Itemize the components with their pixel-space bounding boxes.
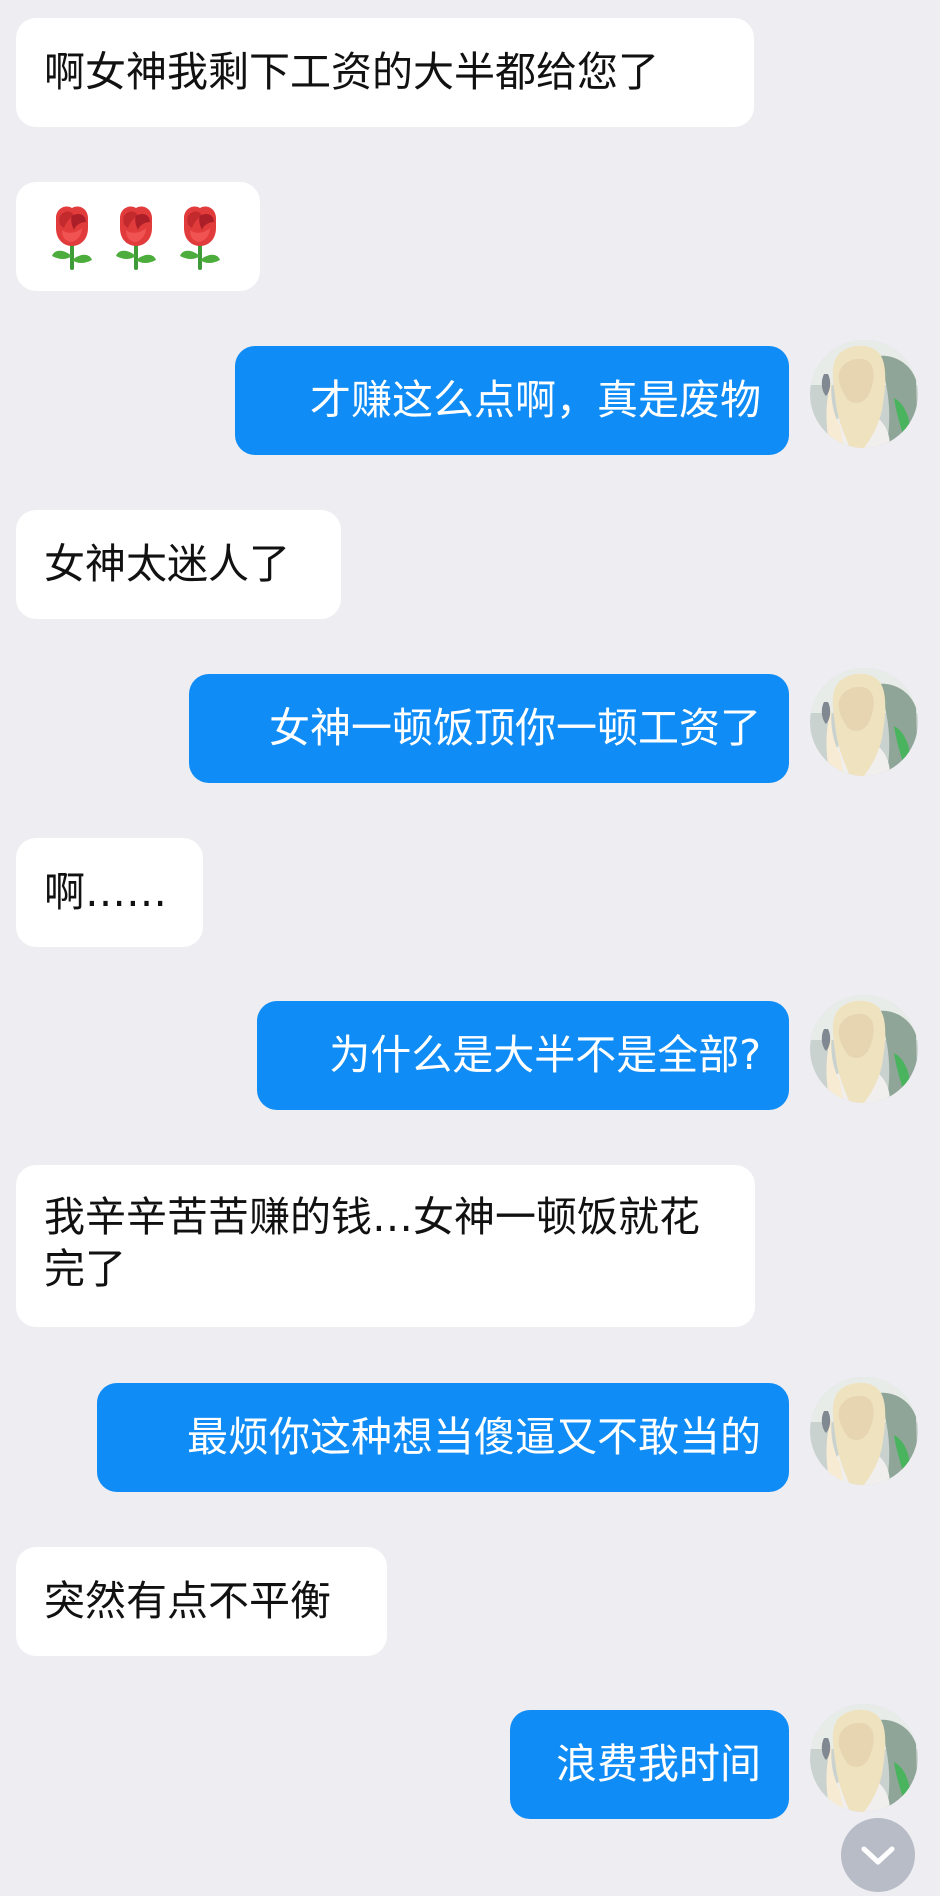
- avatar[interactable]: [810, 668, 918, 776]
- rose-icon: [116, 205, 156, 270]
- outgoing-message: 为什么是大半不是全部?: [257, 1001, 789, 1110]
- avatar[interactable]: [810, 1704, 918, 1812]
- rose-icon: [180, 205, 220, 270]
- chat-message-list[interactable]: 啊女神我剩下工资的大半都给您了 才赚这么点啊，真是废物 女神太迷人了 女神一顿饭…: [0, 0, 940, 1892]
- incoming-message-emoji: [16, 182, 260, 291]
- scroll-down-button[interactable]: [841, 1818, 915, 1892]
- avatar[interactable]: [810, 995, 918, 1103]
- avatar[interactable]: [810, 1377, 918, 1485]
- outgoing-message: 女神一顿饭顶你一顿工资了: [189, 674, 789, 783]
- outgoing-message: 浪费我时间: [510, 1710, 789, 1819]
- incoming-message: 啊女神我剩下工资的大半都给您了: [16, 18, 754, 127]
- incoming-message: 啊……: [16, 838, 203, 947]
- outgoing-message: 最烦你这种想当傻逼又不敢当的: [97, 1383, 789, 1492]
- incoming-message: 突然有点不平衡: [16, 1547, 387, 1656]
- avatar[interactable]: [810, 340, 918, 448]
- outgoing-message: 才赚这么点啊，真是废物: [235, 346, 789, 455]
- rose-icon: [52, 205, 92, 270]
- incoming-message: 女神太迷人了: [16, 510, 341, 619]
- chevron-down-icon: [861, 1846, 895, 1865]
- incoming-message: 我辛辛苦苦赚的钱…女神一顿饭就花完了: [16, 1165, 755, 1327]
